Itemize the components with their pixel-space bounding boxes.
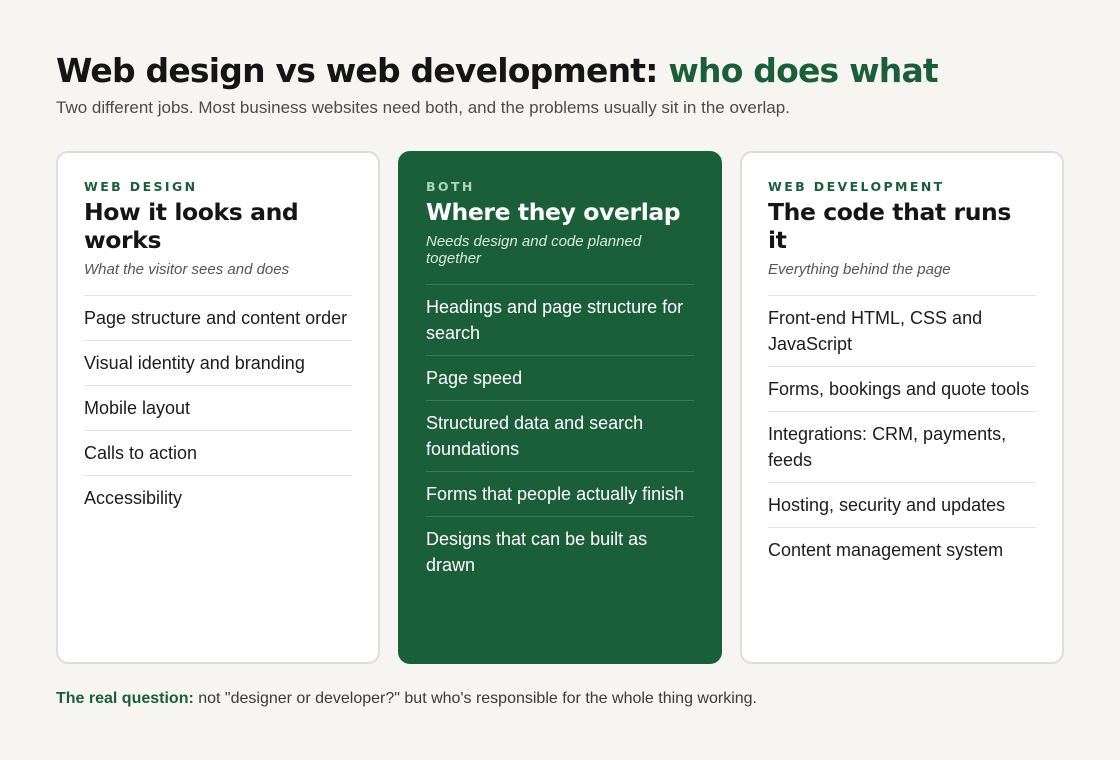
list-item: Designs that can be built as drawn	[426, 529, 648, 575]
page-title-accent: who does what	[668, 51, 938, 90]
card-title: Where they overlap	[426, 198, 681, 226]
page-title-main: Web design vs web development:	[56, 51, 669, 90]
card-title: The code that runs it	[768, 198, 1011, 254]
page: Web design vs web development: who does …	[0, 0, 1120, 760]
card-subtitle: What the visitor sees and does	[84, 261, 352, 296]
footer-note: The real question: not "designer or deve…	[56, 689, 757, 709]
list-item: Calls to action	[84, 431, 352, 476]
list-item: Structured data and search foundations	[426, 401, 694, 472]
list-item: Visual identity and branding	[84, 341, 352, 386]
list-item: Page structure and content order	[84, 296, 352, 341]
card-both: BOTH Where they overlap Needs design and…	[398, 151, 722, 664]
list-item: Page speed	[426, 356, 694, 401]
list-item: Forms, bookings and quote tools	[768, 367, 1036, 412]
card-web-design: WEB DESIGN How it looks and works What t…	[56, 151, 380, 664]
card-subtitle: Needs design and code planned together	[426, 233, 694, 285]
card-eyebrow: WEB DEVELOPMENT	[768, 179, 945, 194]
list-item: Integrations: CRM, payments, feeds	[768, 412, 1036, 483]
card-list: Headings and page structure for search P…	[426, 285, 694, 587]
card-list: Page structure and content order Visual …	[84, 296, 352, 520]
footer-lead: The real question:	[56, 690, 194, 707]
card-web-development: WEB DEVELOPMENT The code that runs it Ev…	[740, 151, 1064, 664]
card-eyebrow: WEB DESIGN	[84, 179, 198, 194]
card-list: Front-end HTML, CSS and JavaScript Forms…	[768, 296, 1036, 572]
list-item: Front-end HTML, CSS and JavaScript	[768, 296, 1036, 367]
comparison-cards: WEB DESIGN How it looks and works What t…	[56, 151, 1064, 664]
footer-text: not "designer or developer?" but who's r…	[193, 690, 757, 707]
list-item: Forms that people actually finish	[426, 472, 694, 517]
page-subtitle: Two different jobs. Most business websit…	[56, 98, 790, 117]
list-item: Accessibility	[84, 488, 183, 508]
card-title: How it looks and works	[84, 198, 299, 254]
card-subtitle: Everything behind the page	[768, 261, 1036, 296]
list-item: Mobile layout	[84, 386, 352, 431]
list-item: Headings and page structure for search	[426, 285, 694, 356]
list-item: Hosting, security and updates	[768, 483, 1036, 528]
list-item: Content management system	[768, 540, 1004, 560]
page-title: Web design vs web development: who does …	[56, 52, 1064, 90]
card-eyebrow: BOTH	[426, 179, 475, 194]
